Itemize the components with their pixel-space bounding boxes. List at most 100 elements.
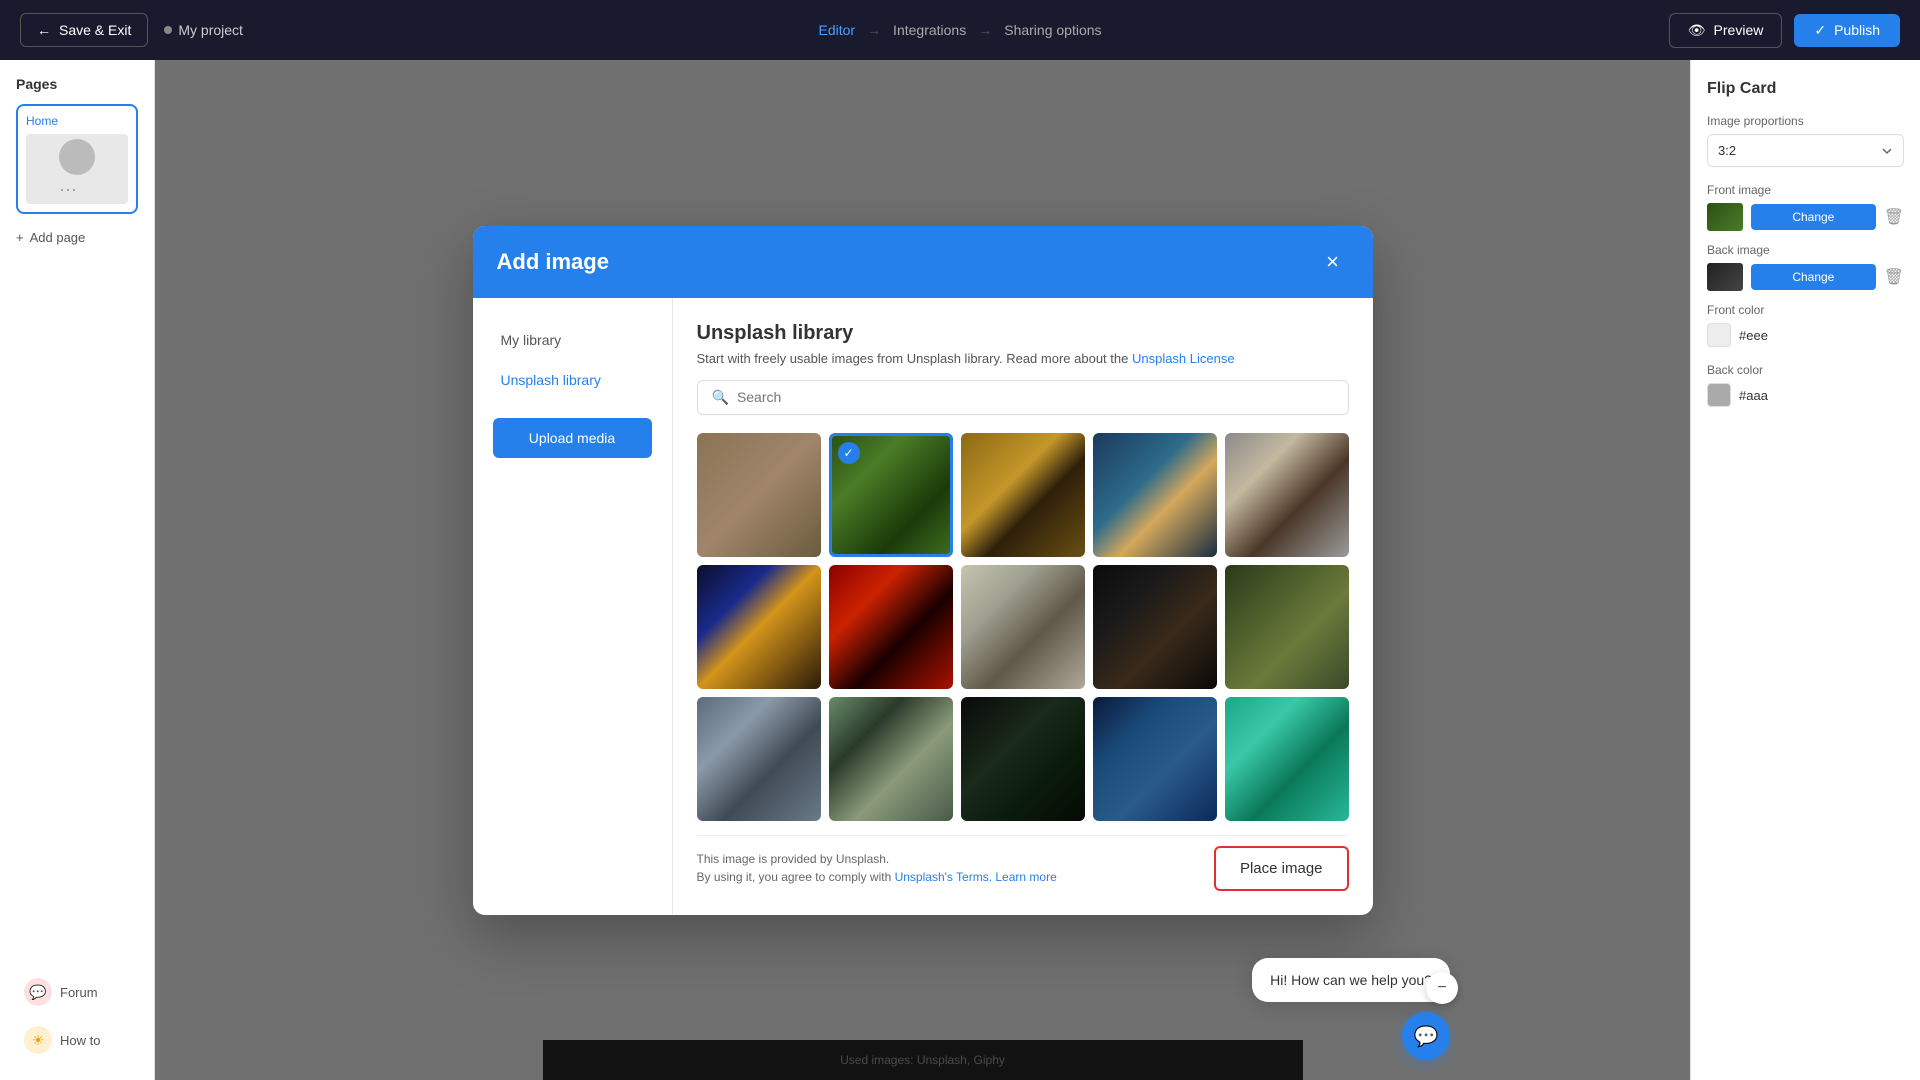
chat-widget: Hi! How can we help you? 💬	[1252, 958, 1450, 1060]
image-placeholder-15	[1225, 697, 1349, 821]
image-cell-6[interactable]	[697, 565, 821, 689]
chat-open-button[interactable]: 💬	[1402, 1012, 1450, 1060]
back-color-value: #aaa	[1739, 388, 1768, 403]
zoom-minus-button[interactable]: −	[1426, 972, 1458, 1004]
back-color-row: #aaa	[1707, 383, 1904, 407]
image-cell-3[interactable]	[961, 433, 1085, 557]
image-cell-14[interactable]	[1093, 697, 1217, 821]
back-image-delete-button[interactable]: 🗑	[1884, 267, 1904, 287]
back-image-thumb	[1707, 263, 1743, 291]
search-input[interactable]	[737, 389, 1334, 405]
front-image-thumb	[1707, 203, 1743, 231]
unsplash-library-item[interactable]: Unsplash library	[493, 362, 652, 398]
eye-icon: 👁	[1688, 22, 1706, 39]
image-placeholder-3	[961, 433, 1085, 557]
sidebar-item-howto[interactable]: ☀ How to	[16, 1016, 138, 1064]
image-cell-5[interactable]	[1225, 433, 1349, 557]
modal-overlay: Add image × My library Unsplash library …	[155, 60, 1690, 1080]
front-color-row: #eee	[1707, 323, 1904, 347]
howto-icon: ☀	[24, 1026, 52, 1054]
editor-nav-step[interactable]: Editor	[818, 22, 855, 38]
flip-card-title: Flip Card	[1707, 80, 1904, 98]
image-placeholder-14	[1093, 697, 1217, 821]
image-proportions-label: Image proportions	[1707, 114, 1904, 128]
main-layout: Pages Home ··· + Add page 💬 Forum ☀ How …	[0, 60, 1920, 1080]
image-cell-15[interactable]	[1225, 697, 1349, 821]
right-sidebar: Flip Card Image proportions 3:2 Front im…	[1690, 60, 1920, 1080]
project-name: My project	[164, 22, 243, 38]
modal-title: Add image	[497, 249, 609, 275]
image-proportions-select[interactable]: 3:2	[1707, 134, 1904, 167]
modal-body: My library Unsplash library Upload media…	[473, 298, 1373, 915]
publish-button[interactable]: ✓ Publish	[1794, 14, 1900, 47]
topnav-left: ← Save & Exit My project	[20, 13, 243, 47]
front-image-change-button[interactable]: Change	[1751, 204, 1876, 230]
page-thumbnail: ···	[26, 134, 128, 204]
image-cell-2[interactable]: ✓	[829, 433, 953, 557]
learn-more-link[interactable]: Learn more	[995, 870, 1056, 884]
image-cell-1[interactable]	[697, 433, 821, 557]
image-cell-13[interactable]	[961, 697, 1085, 821]
page-thumb-dots: ···	[59, 179, 95, 200]
sidebar-bottom: 💬 Forum ☀ How to	[16, 968, 138, 1064]
preview-button[interactable]: 👁 Preview	[1669, 13, 1783, 48]
check-icon: ✓	[1814, 22, 1826, 39]
front-image-row: Change 🗑	[1707, 203, 1904, 231]
left-sidebar: Pages Home ··· + Add page 💬 Forum ☀ How …	[0, 60, 155, 1080]
footer-disclaimer: This image is provided by Unsplash. By u…	[697, 850, 1057, 886]
image-placeholder-1	[697, 433, 821, 557]
messenger-icon: 💬	[1414, 1024, 1439, 1049]
topnav-center-nav: Editor → Integrations → Sharing options	[818, 22, 1101, 38]
image-placeholder-11	[697, 697, 821, 821]
unsplash-title: Unsplash library	[697, 322, 1349, 345]
image-cell-7[interactable]	[829, 565, 953, 689]
modal-header: Add image ×	[473, 226, 1373, 298]
back-image-change-button[interactable]: Change	[1751, 264, 1876, 290]
image-placeholder-13	[961, 697, 1085, 821]
search-icon: 🔍	[712, 389, 729, 406]
home-page-label: Home	[26, 114, 128, 128]
modal-close-button[interactable]: ×	[1317, 246, 1349, 278]
pages-title: Pages	[16, 76, 138, 92]
plus-icon: +	[16, 230, 24, 245]
image-cell-9[interactable]	[1093, 565, 1217, 689]
modal-footer: This image is provided by Unsplash. By u…	[697, 835, 1349, 891]
image-cell-12[interactable]	[829, 697, 953, 821]
page-card-home[interactable]: Home ···	[16, 104, 138, 214]
integrations-nav-step[interactable]: Integrations	[893, 22, 966, 38]
front-image-label: Front image	[1707, 183, 1904, 197]
image-cell-8[interactable]	[961, 565, 1085, 689]
back-color-label: Back color	[1707, 363, 1904, 377]
place-image-button[interactable]: Place image	[1214, 846, 1349, 891]
unsplash-description: Start with freely usable images from Uns…	[697, 351, 1349, 366]
image-placeholder-12	[829, 697, 953, 821]
front-image-delete-button[interactable]: 🗑	[1884, 207, 1904, 227]
my-library-item[interactable]: My library	[493, 322, 652, 358]
status-dot	[164, 26, 172, 34]
back-image-label: Back image	[1707, 243, 1904, 257]
unsplash-terms-link[interactable]: Unsplash's Terms.	[895, 870, 992, 884]
front-color-label: Front color	[1707, 303, 1904, 317]
image-cell-11[interactable]	[697, 697, 821, 821]
image-placeholder-6	[697, 565, 821, 689]
selected-check-badge: ✓	[838, 442, 860, 464]
image-cell-10[interactable]	[1225, 565, 1349, 689]
image-cell-4[interactable]	[1093, 433, 1217, 557]
modal-right-panel: Unsplash library Start with freely usabl…	[673, 298, 1373, 915]
sharing-options-nav-step[interactable]: Sharing options	[1004, 22, 1101, 38]
save-exit-button[interactable]: ← Save & Exit	[20, 13, 148, 47]
arrow-icon-1: →	[867, 22, 881, 38]
image-placeholder-5	[1225, 433, 1349, 557]
image-placeholder-8	[961, 565, 1085, 689]
arrow-icon-2: →	[978, 22, 992, 38]
front-color-swatch[interactable]	[1707, 323, 1731, 347]
top-navigation: ← Save & Exit My project Editor → Integr…	[0, 0, 1920, 60]
back-image-row: Change 🗑	[1707, 263, 1904, 291]
upload-media-button[interactable]: Upload media	[493, 418, 652, 458]
unsplash-license-link[interactable]: Unsplash License	[1132, 351, 1235, 366]
back-color-swatch[interactable]	[1707, 383, 1731, 407]
topnav-right: 👁 Preview ✓ Publish	[1669, 13, 1900, 48]
page-thumb-avatar	[59, 139, 95, 175]
sidebar-item-forum[interactable]: 💬 Forum	[16, 968, 138, 1016]
add-page-button[interactable]: + Add page	[16, 230, 138, 245]
